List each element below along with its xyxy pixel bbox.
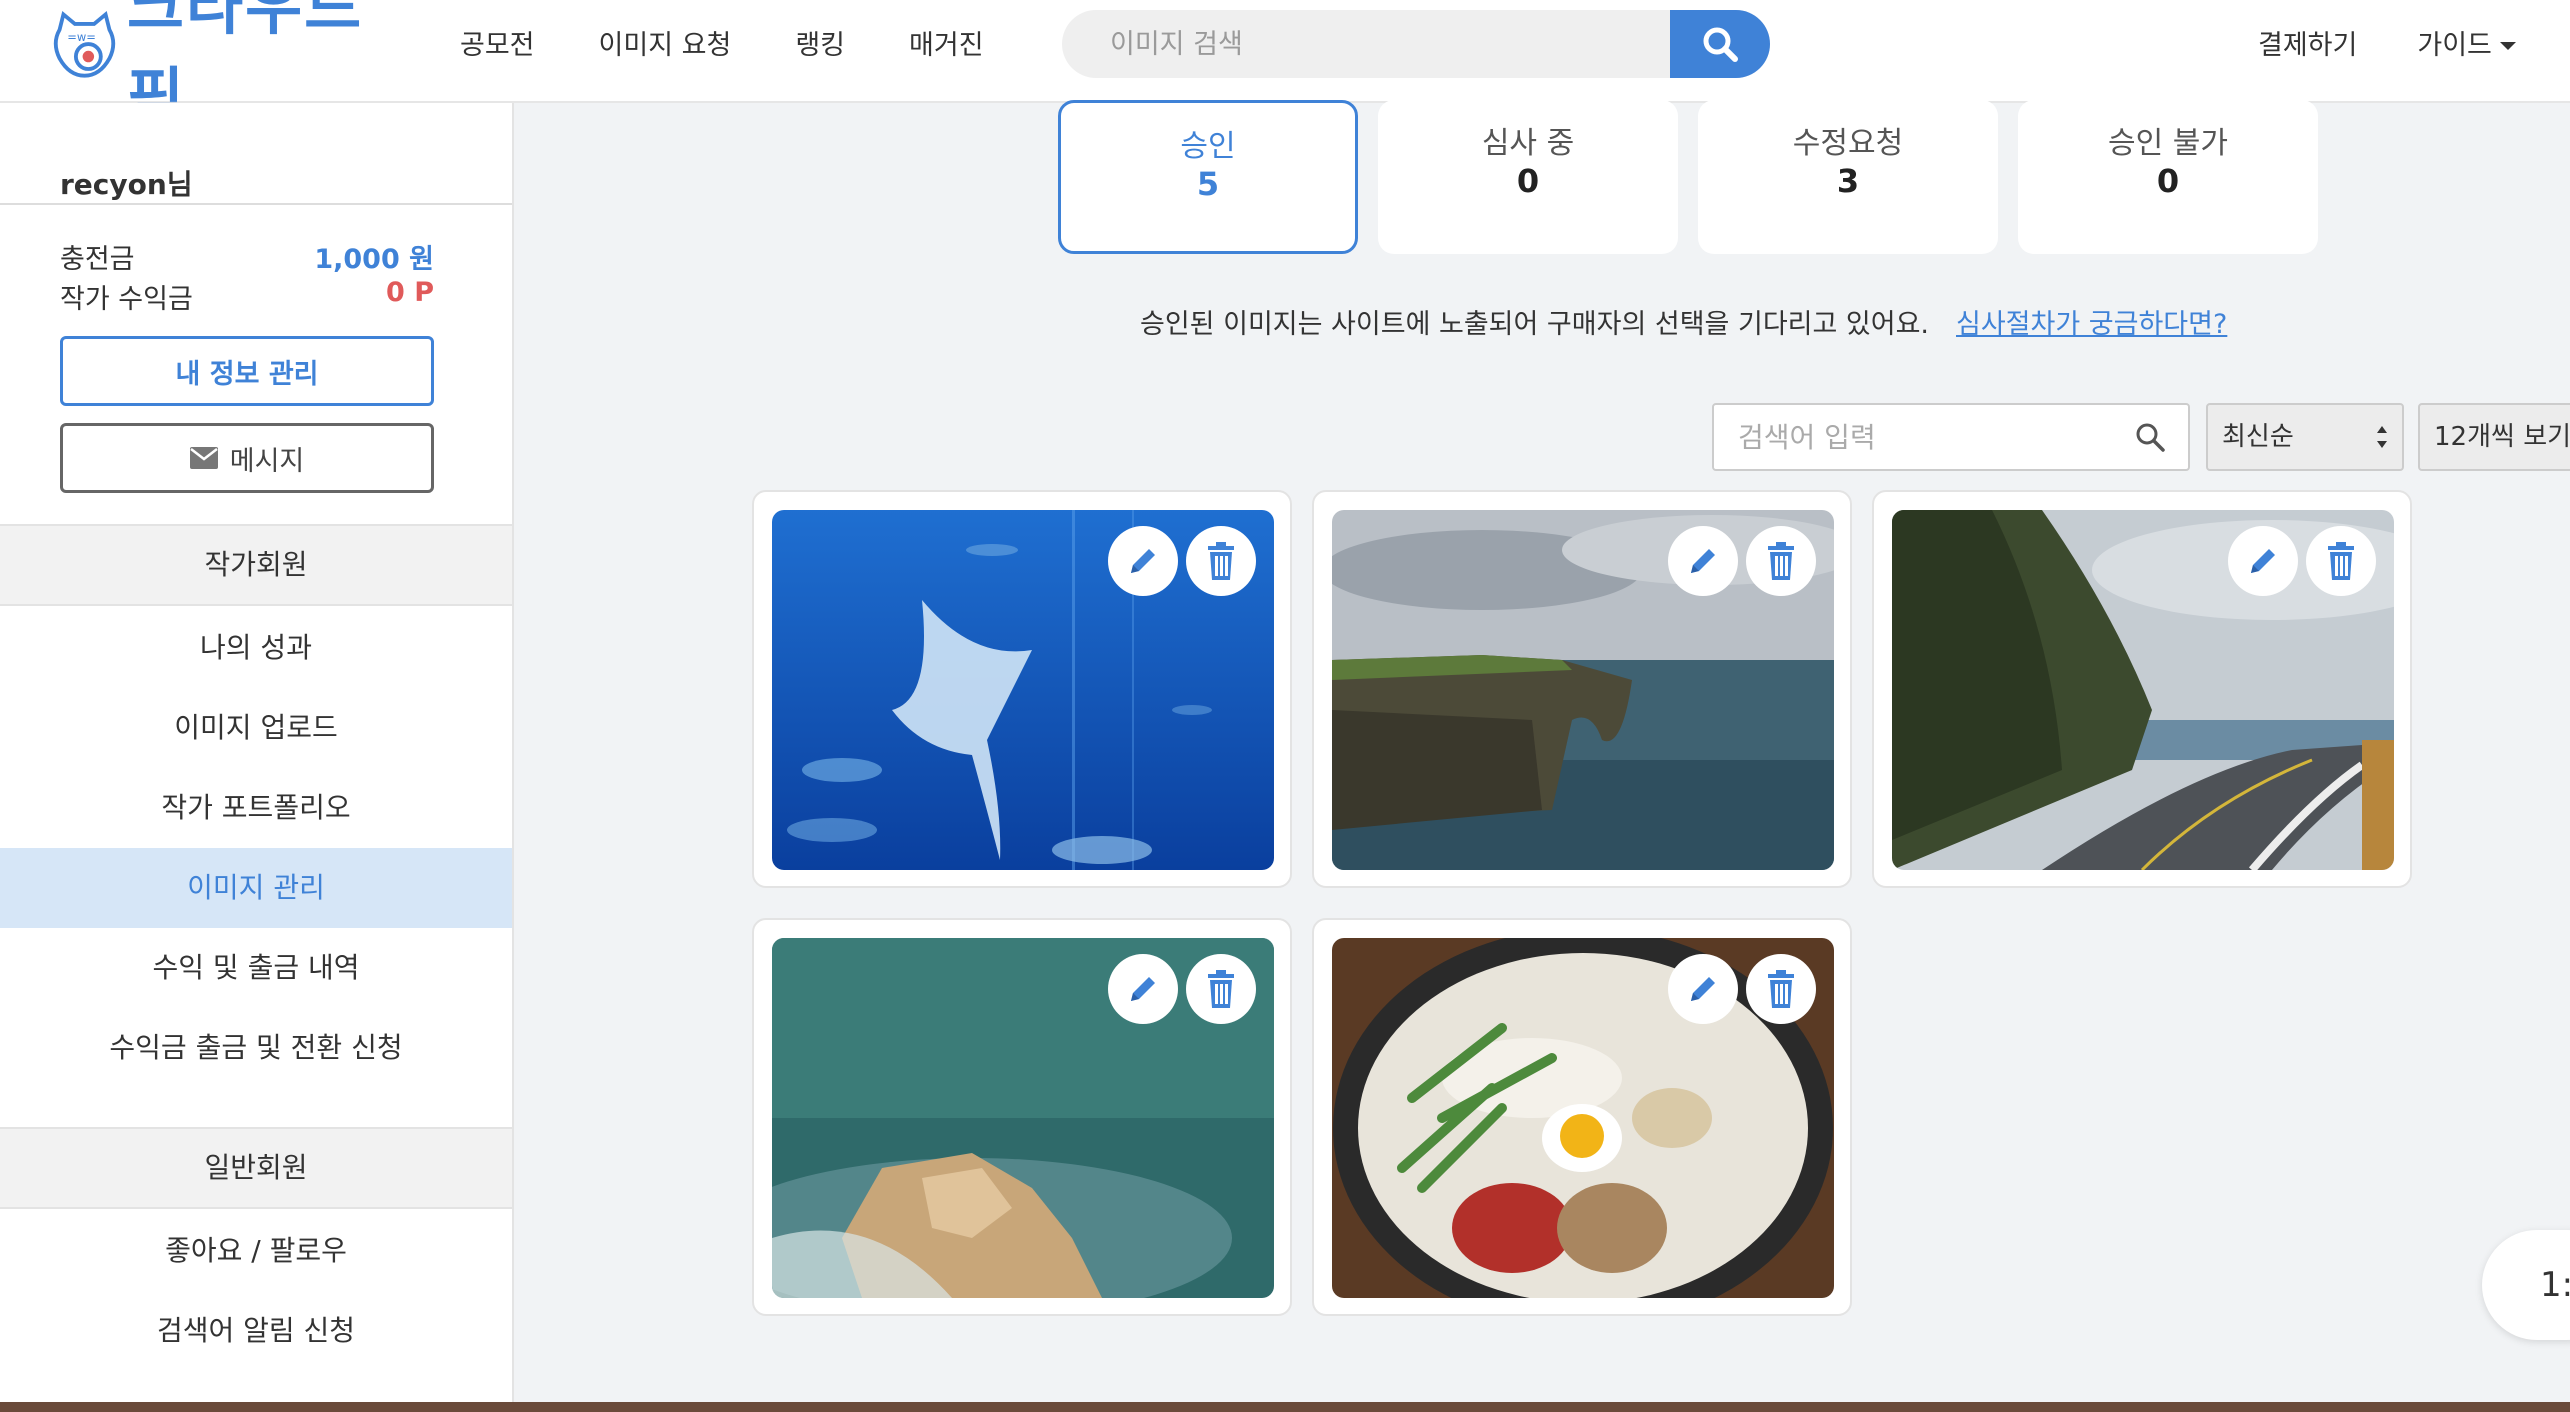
sidebar: recyon님 충전금 1,000 원 작가 수익금 0 P 내 정보 관리 메… — [0, 103, 514, 1412]
earnings-label: 작가 수익금 — [60, 284, 193, 315]
nav-contest[interactable]: 공모전 — [460, 22, 535, 70]
user-name: recyon님 — [60, 168, 193, 201]
pencil-icon — [1691, 549, 1715, 573]
sidebar-item-image-upload[interactable]: 이미지 업로드 — [0, 688, 512, 768]
edit-button[interactable] — [2228, 526, 2298, 596]
search-icon[interactable] — [2134, 421, 2166, 453]
tab-revision-label: 수정요청 — [1792, 126, 1904, 161]
pencil-icon — [1691, 977, 1715, 1001]
tab-in-review[interactable]: 심사 중 0 — [1378, 100, 1678, 254]
nav-ranking[interactable]: 랭킹 — [795, 22, 845, 70]
nav-image-request[interactable]: 이미지 요청 — [599, 22, 732, 70]
guide-dropdown[interactable]: 가이드 — [2417, 22, 2516, 70]
main-nav: 공모전 이미지 요청 랭킹 매거진 — [460, 22, 1048, 70]
sidebar-item-portfolio[interactable]: 작가 포트폴리오 — [0, 768, 512, 848]
tab-approved-count: 5 — [1196, 165, 1220, 203]
trash-icon — [1768, 970, 1794, 1008]
earnings-row: 작가 수익금 0 P — [60, 277, 434, 316]
earnings-value: 0 P — [386, 277, 434, 308]
edit-button[interactable] — [1668, 526, 1738, 596]
balance-value: 1,000 원 — [314, 244, 434, 275]
sidebar-item-keyword-alert[interactable]: 검색어 알림 신청 — [0, 1291, 512, 1371]
pencil-icon — [2251, 549, 2275, 573]
header-search-button[interactable] — [1670, 10, 1770, 78]
sort-select-value: 최신순 — [2222, 422, 2294, 452]
tab-in-review-count: 0 — [1516, 162, 1540, 200]
page-size-select-value: 12개씩 보기 — [2434, 422, 2570, 452]
tab-rejected[interactable]: 승인 불가 0 — [2018, 100, 2318, 254]
one-to-one-inquiry-button[interactable]: 1: — [2482, 1230, 2570, 1340]
balance-row: 충전금 1,000 원 — [60, 237, 434, 276]
sidebar-item-likes-follow[interactable]: 좋아요 / 팔로우 — [0, 1211, 512, 1291]
tab-revision-request[interactable]: 수정요청 3 — [1698, 100, 1998, 254]
image-card — [1872, 490, 2412, 888]
tab-in-review-label: 심사 중 — [1481, 126, 1575, 161]
svg-text:=w=: =w= — [67, 30, 96, 44]
trash-icon — [1208, 542, 1234, 580]
checkout-link[interactable]: 결제하기 — [2258, 22, 2357, 70]
image-card — [752, 918, 1292, 1316]
image-card — [1312, 918, 1852, 1316]
trash-icon — [2328, 542, 2354, 580]
section-artist: 작가회원 — [0, 524, 512, 606]
edit-button[interactable] — [1668, 954, 1738, 1024]
bottom-strip — [0, 1402, 2570, 1412]
header-right: 결제하기 가이드 — [2258, 22, 2516, 70]
page: =w= 크라우드픽 공모전 이미지 요청 랭킹 매거진 결제하기 가이드 — [0, 0, 2570, 1412]
delete-button[interactable] — [1186, 526, 1256, 596]
sort-select[interactable]: 최신순 — [2206, 403, 2404, 471]
caret-down-icon — [2499, 42, 2516, 50]
sidebar-item-my-performance[interactable]: 나의 성과 — [0, 608, 512, 688]
tab-approved[interactable]: 승인 5 — [1058, 100, 1358, 254]
message-label: 메시지 — [229, 445, 305, 477]
sidebar-item-earnings-history[interactable]: 수익 및 출금 내역 — [0, 928, 512, 1008]
search-icon — [1703, 27, 1738, 62]
trash-icon — [1208, 970, 1234, 1008]
divider — [0, 203, 512, 205]
logo[interactable]: =w= 크라우드픽 — [50, 0, 410, 133]
approval-notice: 승인된 이미지는 사이트에 노출되어 구매자의 선택을 기다리고 있어요. — [1140, 309, 1930, 340]
edit-button[interactable] — [1108, 954, 1178, 1024]
edit-button[interactable] — [1108, 526, 1178, 596]
section-general: 일반회원 — [0, 1127, 512, 1209]
header-search — [1062, 10, 1770, 78]
sidebar-item-withdraw-request[interactable]: 수익금 출금 및 전환 신청 — [0, 1008, 512, 1088]
page-size-select[interactable]: 12개씩 보기 — [2418, 403, 2570, 471]
tab-rejected-count: 0 — [2156, 162, 2180, 200]
tab-approved-label: 승인 — [1180, 129, 1236, 164]
top-header: =w= 크라우드픽 공모전 이미지 요청 랭킹 매거진 결제하기 가이드 — [0, 0, 2570, 133]
sidebar-item-image-manage[interactable]: 이미지 관리 — [0, 848, 512, 928]
image-card — [1312, 490, 1852, 888]
pencil-icon — [1131, 977, 1155, 1001]
header-search-input[interactable] — [1062, 10, 1672, 78]
keyword-search-input[interactable] — [1712, 403, 2190, 471]
delete-button[interactable] — [1746, 954, 1816, 1024]
delete-button[interactable] — [1746, 526, 1816, 596]
profile-manage-button[interactable]: 내 정보 관리 — [60, 336, 434, 406]
review-process-link[interactable]: 심사절차가 궁금하다면? — [1956, 302, 2227, 341]
delete-button[interactable] — [1186, 954, 1256, 1024]
delete-button[interactable] — [2306, 526, 2376, 596]
mail-icon — [189, 447, 218, 469]
message-button[interactable]: 메시지 — [60, 423, 434, 493]
select-arrows-icon — [2377, 426, 2387, 448]
nav-magazine[interactable]: 매거진 — [909, 22, 984, 70]
tab-rejected-label: 승인 불가 — [2108, 126, 2228, 161]
guide-label: 가이드 — [2417, 30, 2492, 61]
balance-label: 충전금 — [60, 244, 135, 275]
image-card — [752, 490, 1292, 888]
tab-revision-count: 3 — [1836, 162, 1860, 200]
cat-camera-logo-icon: =w= — [53, 10, 116, 78]
trash-icon — [1768, 542, 1794, 580]
pencil-icon — [1131, 549, 1155, 573]
